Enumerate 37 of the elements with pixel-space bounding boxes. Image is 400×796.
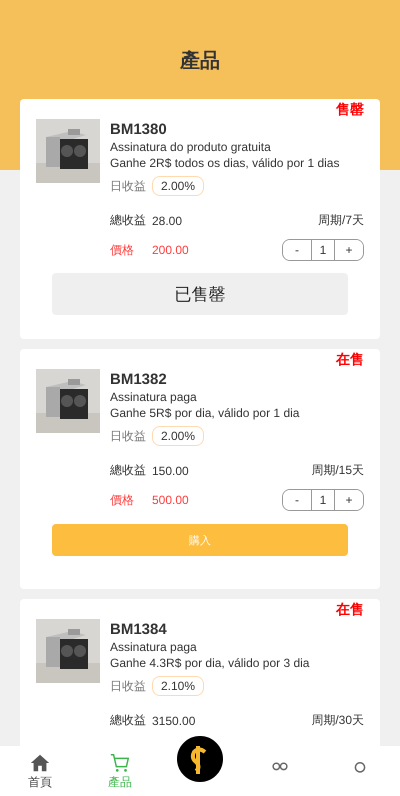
rate-label: 日收益: [110, 428, 146, 444]
sold-out-button[interactable]: 已售罄: [52, 273, 348, 315]
product-name: BM1384: [110, 621, 168, 639]
subscription-text: Assinatura do produto gratuita: [110, 139, 272, 155]
rate-value: 2.10%: [152, 676, 204, 696]
total-label: 總收益: [110, 462, 146, 479]
description-text: Ganhe 2R$ todos os dias, válido por 1 dias: [110, 155, 340, 171]
price-value: 500.00: [152, 493, 189, 507]
rate-label: 日收益: [110, 678, 146, 694]
cart-icon[interactable]: [109, 752, 131, 774]
rate-label: 日收益: [110, 178, 146, 194]
price-label: 價格: [110, 242, 134, 258]
period-text: 周期/15天: [311, 462, 364, 479]
subscription-text: Assinatura paga: [110, 639, 198, 655]
total-label: 總收益: [110, 212, 146, 229]
price-label: 價格: [110, 492, 134, 508]
status-label: 在售: [336, 601, 364, 619]
page-title: 產品: [178, 49, 221, 74]
total-label: 總收益: [110, 712, 146, 729]
rate-value: 2.00%: [152, 426, 204, 446]
coin-button-icon[interactable]: [175, 734, 225, 784]
product-name: BM1382: [110, 371, 168, 389]
description-text: Ganhe 4.3R$ por dia, válido por 3 dia: [110, 655, 310, 671]
rate-value: 2.00%: [152, 176, 204, 196]
total-value: 150.00: [152, 464, 189, 478]
nav-label[interactable]: 首頁: [28, 774, 52, 790]
period-text: 周期/30天: [311, 712, 364, 729]
period-text: 周期/7天: [318, 212, 364, 229]
total-value: 28.00: [152, 214, 182, 228]
subscription-text: Assinatura paga: [110, 389, 198, 405]
status-label: 售罄: [336, 101, 364, 119]
home-icon[interactable]: [29, 752, 51, 774]
status-label: 在售: [336, 351, 364, 369]
price-value: 200.00: [152, 243, 189, 257]
product-name: BM1380: [110, 121, 168, 139]
description-text: Ganhe 5R$ por dia, válido por 1 dia: [110, 405, 300, 421]
total-value: 3150.00: [152, 714, 196, 728]
